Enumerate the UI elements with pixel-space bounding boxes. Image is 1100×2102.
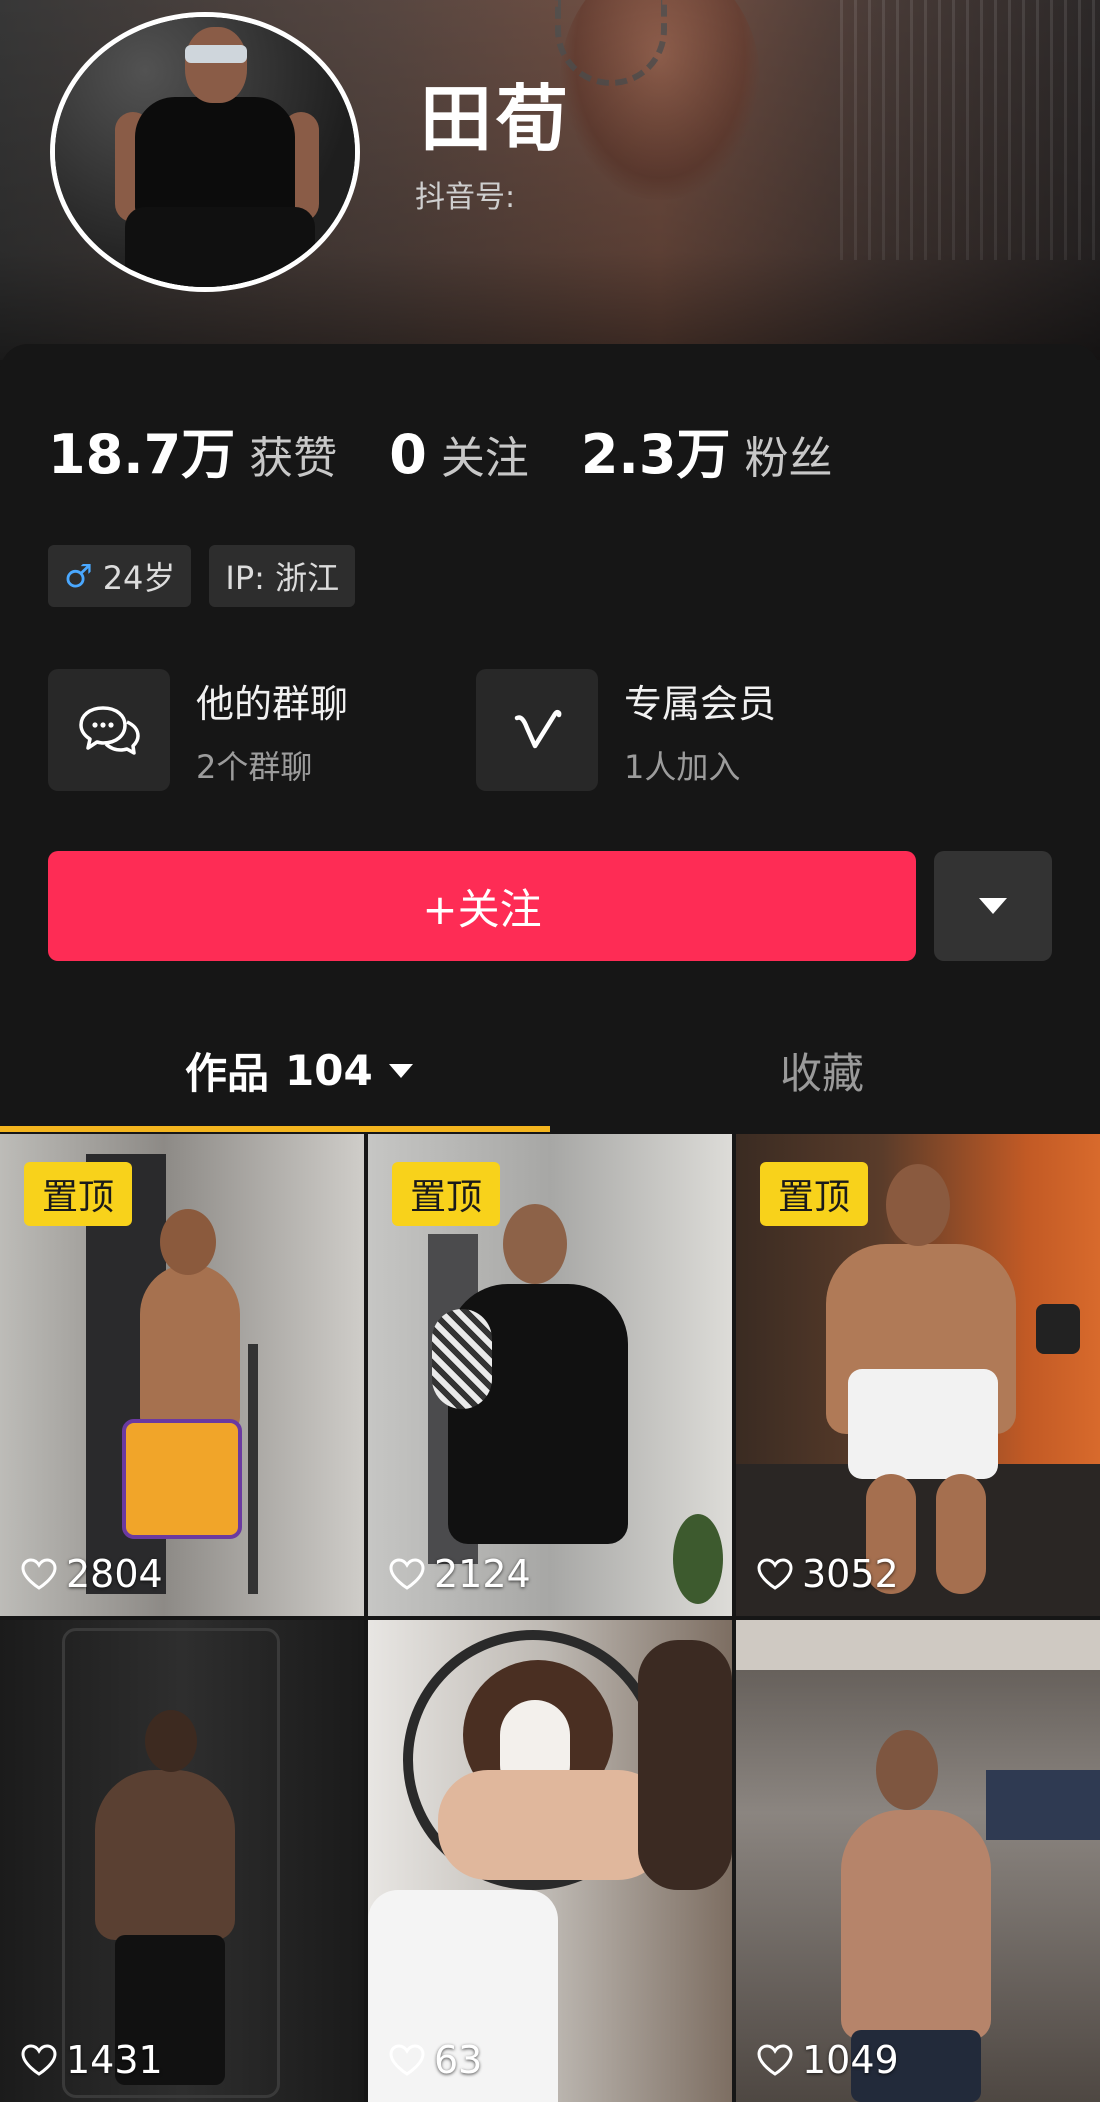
heart-icon	[389, 2044, 425, 2076]
active-tab-indicator	[0, 1126, 550, 1132]
profile-entries: 他的群聊 2个群聊 专属会员 1人加入	[48, 668, 1058, 792]
group-chat-entry[interactable]: 他的群聊 2个群聊	[48, 668, 348, 792]
followers-label[interactable]: 粉丝	[744, 422, 832, 486]
profile-tags: ♂ 24岁 IP: 浙江	[48, 545, 356, 607]
more-options-button[interactable]	[934, 851, 1052, 961]
video-likes-count: 63	[434, 2038, 483, 2082]
video-grid: 置顶 2804 置顶 2124 置顶 3052 1431 63 1049	[0, 1134, 1100, 2102]
video-likes-count: 2124	[434, 1552, 531, 1596]
following-count[interactable]: 0	[389, 423, 427, 486]
video-thumbnail[interactable]: 置顶 2124	[368, 1134, 732, 1616]
pinned-badge: 置顶	[24, 1162, 132, 1226]
group-chat-title: 他的群聊	[196, 681, 349, 726]
heart-icon	[757, 2044, 793, 2076]
douyin-id-label: 抖音号:	[415, 180, 516, 215]
tab-works[interactable]: 作品 104	[185, 1040, 413, 1101]
followers-count[interactable]: 2.3万	[581, 410, 731, 489]
follow-button[interactable]: +关注	[48, 851, 916, 961]
tab-works-count: 104	[285, 1046, 373, 1095]
video-thumbnail[interactable]: 置顶 3052	[736, 1134, 1100, 1616]
video-thumbnail[interactable]: 63	[368, 1620, 732, 2102]
tab-works-label: 作品	[185, 1049, 270, 1098]
tab-favorites[interactable]: 收藏	[780, 1040, 864, 1101]
video-likes: 2124	[388, 1552, 531, 1596]
video-likes-count: 3052	[802, 1552, 899, 1596]
triangle-down-icon	[979, 898, 1007, 914]
v-icon	[514, 709, 562, 749]
content-tabs: 作品 104 收藏	[0, 1040, 1100, 1134]
heart-icon	[21, 1558, 57, 1590]
male-icon: ♂	[64, 557, 93, 595]
video-likes: 63	[388, 2038, 482, 2082]
video-likes-count: 1431	[66, 2038, 163, 2082]
ip-text: IP: 浙江	[225, 559, 340, 597]
video-thumbnail[interactable]: 1049	[736, 1620, 1100, 2102]
video-likes: 1049	[756, 2038, 899, 2082]
stats-row: 18.7万 获赞 0 关注 2.3万 粉丝	[48, 410, 884, 489]
membership-title: 专属会员	[624, 681, 777, 726]
sort-dropdown-icon[interactable]	[388, 1063, 413, 1078]
video-likes-count: 2804	[66, 1552, 163, 1596]
video-likes: 2804	[20, 1552, 163, 1596]
ip-tag: IP: 浙江	[209, 545, 356, 607]
video-likes-count: 1049	[802, 2038, 899, 2082]
heart-icon	[21, 2044, 57, 2076]
membership-sub: 1人加入	[624, 747, 741, 786]
likes-label: 获赞	[249, 433, 338, 484]
likes-count: 18.7万	[48, 423, 236, 486]
age-tag: ♂ 24岁	[48, 545, 192, 607]
membership-entry[interactable]: 专属会员 1人加入	[476, 668, 776, 792]
group-chat-sub: 2个群聊	[196, 747, 313, 786]
chat-bubbles-icon	[79, 706, 140, 755]
heart-icon	[757, 1558, 793, 1590]
following-label[interactable]: 关注	[441, 422, 529, 486]
video-thumbnail[interactable]: 1431	[0, 1620, 364, 2102]
pinned-badge: 置顶	[392, 1162, 500, 1226]
video-likes: 1431	[20, 2038, 163, 2082]
age-text: 24岁	[102, 559, 176, 597]
avatar[interactable]	[50, 12, 360, 292]
pinned-badge: 置顶	[760, 1162, 868, 1226]
profile-name: 田荀	[420, 77, 573, 161]
video-likes: 3052	[756, 1552, 899, 1596]
video-thumbnail[interactable]: 置顶 2804	[0, 1134, 364, 1616]
heart-icon	[389, 1558, 425, 1590]
